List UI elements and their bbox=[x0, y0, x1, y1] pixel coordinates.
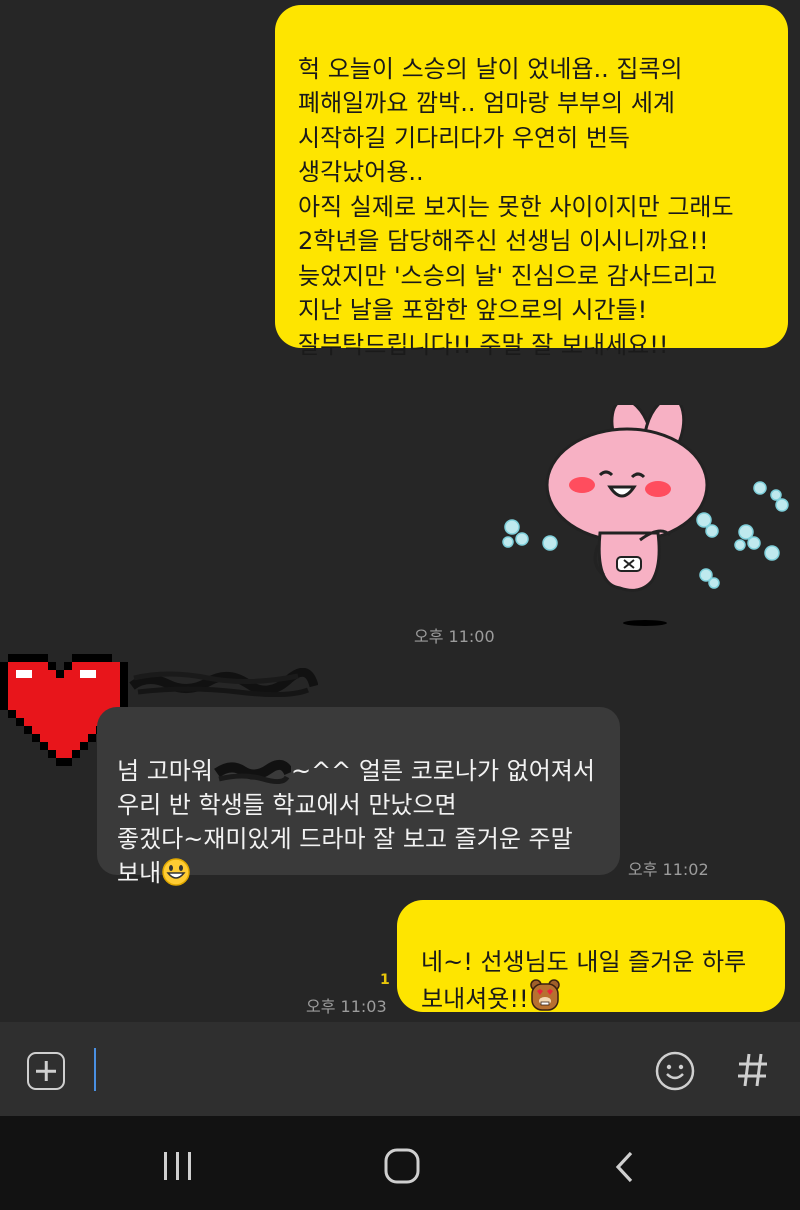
message-text-start: 넘 고마워 bbox=[117, 757, 213, 785]
chat-area: 헉 오늘이 스승의 날이 었네욥.. 집콕의 폐해일까요 깜박.. 엄마랑 부부… bbox=[0, 0, 800, 1022]
received-message-bubble[interactable]: 넘 고마워 ~^^ 얼른 코로나가 없어져서 우리 반 학생들 학교에서 만났으면… bbox=[97, 707, 620, 887]
grinning-face-emoji bbox=[162, 858, 190, 886]
message-text: 헉 오늘이 스승의 날이 었네욥.. 집콕의 폐해일까요 깜박.. 엄마랑 부부… bbox=[298, 54, 734, 359]
message-timestamp: 오후 11:03 bbox=[306, 997, 387, 1016]
text-cursor bbox=[94, 1048, 96, 1091]
unread-count: 1 bbox=[380, 972, 390, 988]
bear-heart-eyes-emoticon bbox=[529, 979, 560, 1011]
message-text: 네~! 선생님도 내일 즐거운 하루 보내셔욧!! bbox=[421, 947, 747, 1014]
message-timestamp: 오후 11:00 bbox=[414, 627, 495, 646]
sender-name-redacted bbox=[129, 668, 318, 698]
smiley-icon[interactable] bbox=[654, 1050, 696, 1092]
back-icon[interactable] bbox=[612, 1150, 636, 1184]
recents-icon[interactable] bbox=[160, 1150, 196, 1182]
sent-message-bubble[interactable]: 네~! 선생님도 내일 즐거운 하루 보내셔욧!! bbox=[397, 900, 785, 1014]
home-icon[interactable] bbox=[383, 1147, 421, 1185]
hash-icon[interactable] bbox=[733, 1048, 773, 1092]
message-input[interactable] bbox=[100, 1046, 634, 1096]
redacted-name-scribble bbox=[214, 759, 291, 785]
plus-square-icon[interactable] bbox=[27, 1052, 65, 1090]
sent-message-bubble[interactable]: 헉 오늘이 스승의 날이 었네욥.. 집콕의 폐해일까요 깜박.. 엄마랑 부부… bbox=[275, 5, 788, 359]
pink-rabbit-sticker[interactable] bbox=[500, 405, 800, 630]
message-timestamp: 오후 11:02 bbox=[628, 860, 709, 879]
